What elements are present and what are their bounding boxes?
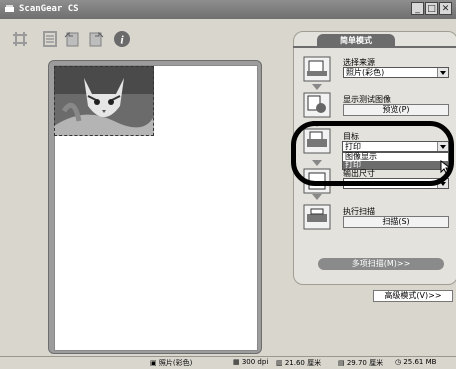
status-bar: ▣ 照片(彩色) ▦ 300 dpi ▥ 21.60 厘米 ▤ 29.70 厘米… bbox=[0, 356, 456, 369]
scanner-source-icon bbox=[303, 56, 331, 82]
title-bar: ScanGear CS _ □ ✕ bbox=[0, 0, 456, 19]
height-value: 29.70 厘米 bbox=[346, 359, 384, 367]
destination-highlight-ring bbox=[291, 121, 454, 186]
width-icon: ▥ bbox=[276, 359, 285, 367]
minimize-icon: _ bbox=[415, 4, 420, 14]
resolution-value: 300 dpi bbox=[241, 358, 269, 366]
minimize-button[interactable]: _ bbox=[411, 2, 424, 15]
height-icon: ▤ bbox=[338, 359, 347, 367]
source-value: 照片(彩色) bbox=[346, 68, 385, 77]
resolution-icon: ▦ bbox=[233, 358, 242, 366]
maximize-icon: □ bbox=[427, 4, 436, 14]
file-size-value: 25.61 MB bbox=[403, 358, 437, 366]
close-button[interactable]: ✕ bbox=[439, 2, 452, 15]
execute-scan-icon bbox=[303, 204, 331, 230]
source-dropdown[interactable]: 照片(彩色) bbox=[343, 67, 449, 78]
rotate-right-icon[interactable] bbox=[86, 29, 106, 49]
window-title: ScanGear CS bbox=[19, 4, 79, 14]
resolution-status: ▦ 300 dpi bbox=[233, 358, 268, 366]
color-mode-status: ▣ 照片(彩色) bbox=[150, 358, 192, 368]
width-status: ▥ 21.60 厘米 bbox=[276, 358, 321, 368]
crop-icon[interactable] bbox=[10, 29, 30, 49]
step-arrow-icon bbox=[312, 84, 322, 90]
file-size-status: ◷ 25.61 MB bbox=[395, 358, 436, 366]
multi-scan-button[interactable]: 多项扫描(M)>> bbox=[318, 258, 444, 270]
rotate-left-icon[interactable] bbox=[62, 29, 82, 49]
toolbar: i bbox=[0, 19, 290, 63]
chevron-down-icon bbox=[437, 68, 448, 77]
tab-underline bbox=[293, 46, 456, 48]
color-mode-value: 照片(彩色) bbox=[158, 359, 193, 367]
width-value: 21.60 厘米 bbox=[284, 359, 322, 367]
scanner-app-icon bbox=[5, 5, 14, 12]
step-arrow-icon bbox=[312, 194, 322, 200]
maximize-button[interactable]: □ bbox=[425, 2, 438, 15]
photo-icon: ▣ bbox=[150, 359, 159, 367]
preview-test-image-icon bbox=[303, 92, 331, 118]
info-icon[interactable]: i bbox=[112, 29, 132, 49]
close-icon: ✕ bbox=[441, 4, 450, 14]
height-status: ▤ 29.70 厘米 bbox=[338, 358, 383, 368]
scan-button[interactable]: 扫描(S) bbox=[343, 216, 449, 228]
select-all-frames-icon[interactable] bbox=[40, 29, 60, 49]
scanned-cat-photo[interactable] bbox=[54, 66, 154, 136]
advanced-mode-button[interactable]: 高级模式(V)>> bbox=[373, 290, 453, 302]
preview-button[interactable]: 预览(P) bbox=[343, 104, 449, 116]
